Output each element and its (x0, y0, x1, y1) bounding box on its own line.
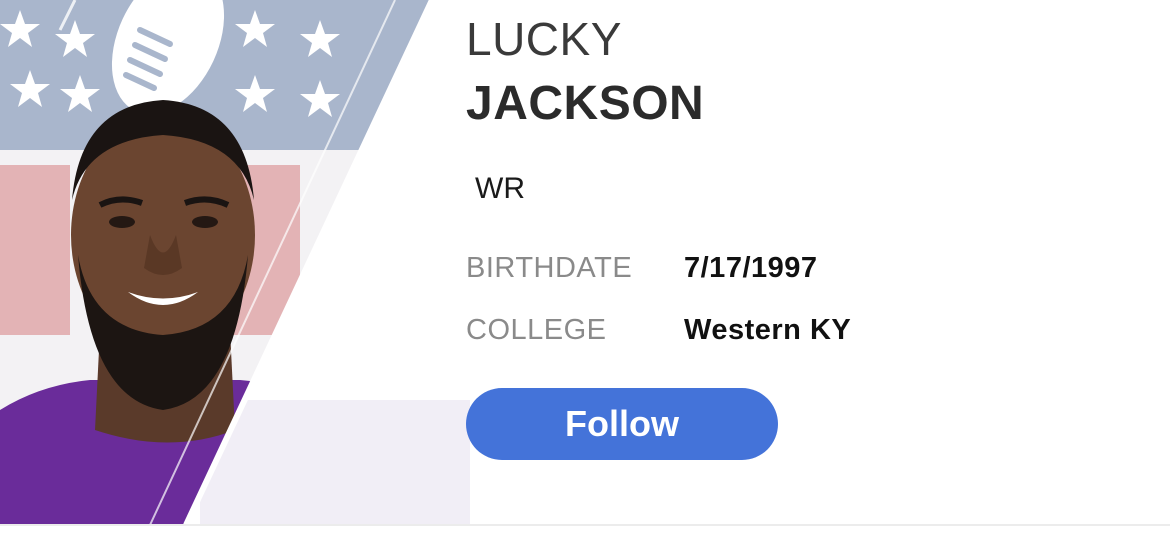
follow-button[interactable]: Follow (466, 388, 778, 460)
college-label: COLLEGE (466, 314, 607, 346)
birthdate-label: BIRTHDATE (466, 252, 633, 284)
bottom-divider (0, 524, 1170, 526)
player-first-name: LUCKY (466, 13, 622, 65)
player-position: WR (475, 172, 525, 205)
birthdate-value: 7/17/1997 (684, 252, 818, 284)
player-profile-card: LUCKY JACKSON WR BIRTHDATE 7/17/1997 COL… (0, 0, 1170, 539)
player-headshot (0, 0, 470, 525)
college-value: Western KY (684, 314, 852, 346)
player-last-name: JACKSON (466, 77, 705, 130)
